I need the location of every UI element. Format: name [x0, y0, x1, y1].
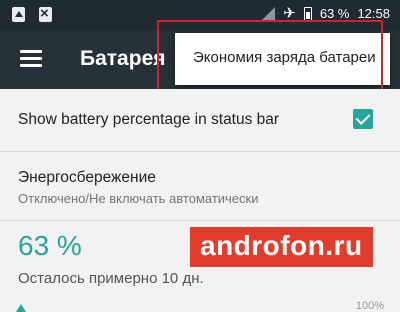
- power-saving-row[interactable]: Энергосбережение Отключено/Не включать а…: [0, 152, 400, 220]
- no-signal-icon: [261, 6, 276, 21]
- battery-remaining: Осталось примерно 10 дн.: [18, 270, 204, 287]
- sim-card-icon: [39, 5, 52, 22]
- battery-percent-text: 63 %: [319, 6, 350, 21]
- battery-level: 63 %: [18, 230, 82, 261]
- show-percentage-label: Show battery percentage in status bar: [18, 111, 280, 128]
- battery-icon: [303, 6, 312, 21]
- image-notification-icon: [12, 7, 25, 22]
- show-percentage-row[interactable]: Show battery percentage in status bar: [0, 89, 400, 151]
- power-saving-subtitle: Отключено/Не включать автоматически: [18, 191, 259, 206]
- clock: 12:58: [357, 6, 390, 21]
- hamburger-icon[interactable]: [20, 50, 42, 68]
- graph-max-label: 100%: [355, 300, 384, 312]
- page-title: Батарея: [80, 47, 166, 70]
- watermark-logo: androfon.ru: [190, 227, 373, 267]
- power-saving-title: Энергосбережение: [18, 169, 156, 186]
- show-percentage-checkbox[interactable]: [353, 109, 373, 129]
- airplane-icon: ✈: [283, 5, 296, 22]
- divider: [0, 220, 400, 221]
- highlight-frame: [157, 20, 383, 93]
